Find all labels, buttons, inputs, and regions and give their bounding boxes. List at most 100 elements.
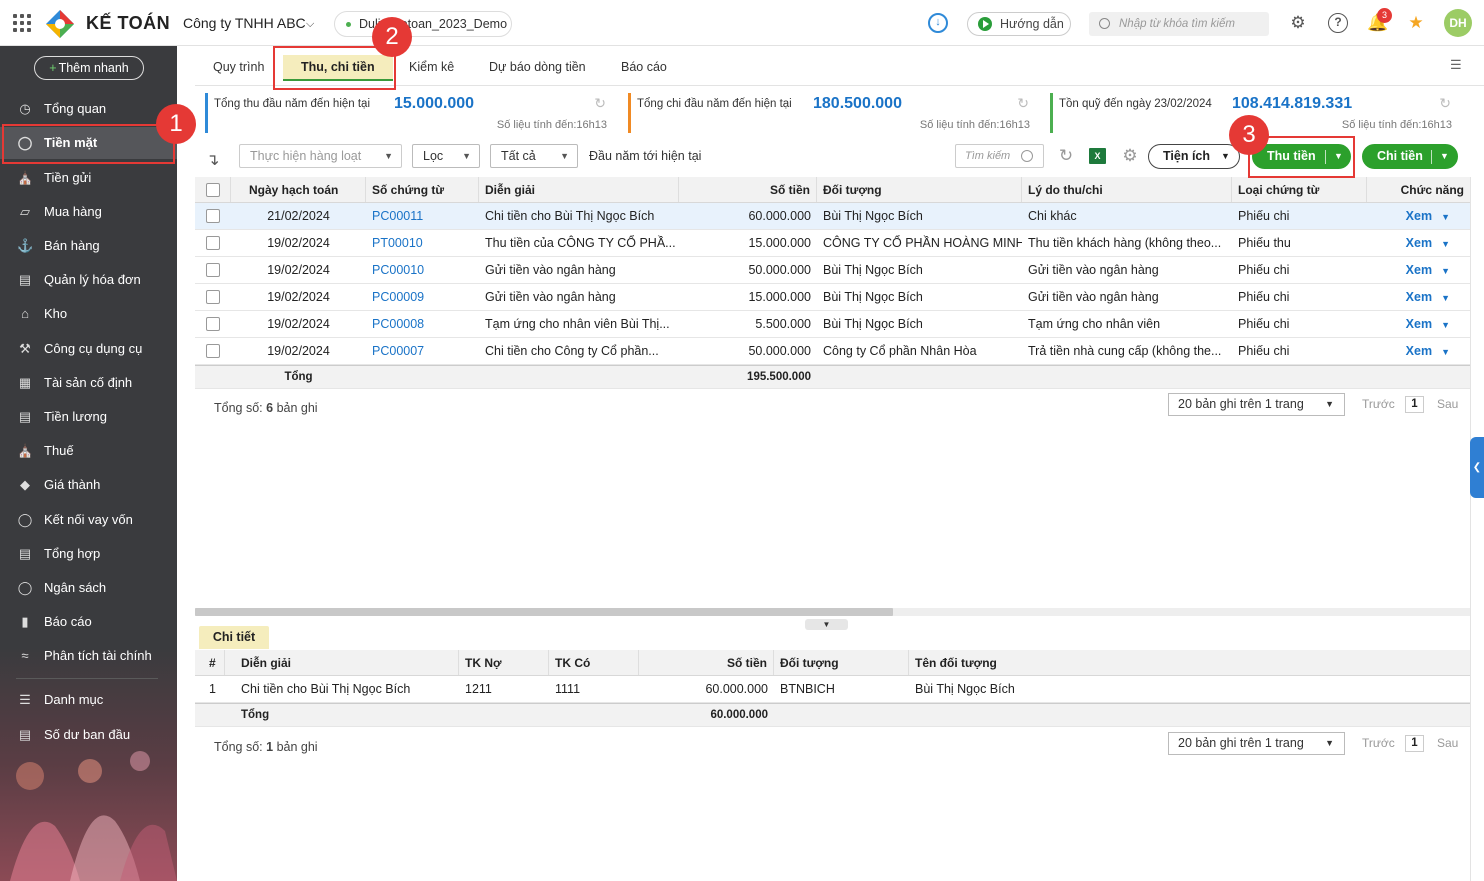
tab-detail[interactable]: Chi tiết [199,626,269,649]
caret-down-icon[interactable]: ▼ [1441,347,1450,357]
tab-du-bao-dong-tien[interactable]: Dự báo dòng tiền [489,60,586,74]
sidebar-item[interactable]: ⌂ Kho [0,298,177,330]
column-header[interactable]: # [195,650,225,675]
table-row[interactable]: 1 Chi tiền cho Bùi Thị Ngọc Bích 1211 11… [195,676,1470,703]
caret-down-icon[interactable]: ▼ [1441,293,1450,303]
cell-voucher-no[interactable]: PC00009 [366,284,479,310]
sidebar-item[interactable]: ⚓ Bán hàng [0,230,177,262]
caret-down-icon[interactable]: ▼ [1441,212,1450,222]
row-checkbox[interactable] [206,209,220,223]
column-header[interactable]: Tên đối tượng [909,650,1470,675]
view-link[interactable]: Xem [1406,344,1432,358]
quick-add-button[interactable]: + Thêm nhanh [34,56,144,80]
sidebar-item[interactable]: ▤ Quản lý hóa đơn [0,264,177,296]
page-size-select[interactable]: 20 bản ghi trên 1 trang ▼ [1168,393,1345,416]
lightbulb-icon[interactable]: ★ [1406,13,1426,33]
column-header[interactable]: Diễn giải [225,650,459,675]
sidebar-item[interactable]: ◷ Tổng quan [0,93,177,125]
guide-button[interactable]: Hướng dẫn [967,12,1071,36]
select-all-checkbox[interactable] [206,183,220,197]
grid-search-input[interactable]: Tìm kiếm [955,144,1044,168]
current-page[interactable]: 1 [1405,396,1424,413]
view-link[interactable]: Xem [1406,209,1432,223]
caret-down-icon[interactable]: ▼ [1441,320,1450,330]
cell-voucher-no[interactable]: PT00010 [366,230,479,256]
refresh-icon[interactable]: ↻ [1017,95,1029,112]
sort-icon[interactable]: ↴ [206,150,219,170]
next-page-button[interactable]: Sau [1437,397,1458,411]
column-header[interactable]: Chức năng [1367,177,1470,202]
column-header[interactable]: TK Nợ [459,650,549,675]
help-icon[interactable]: ? [1328,13,1348,33]
filter-dropdown[interactable]: Lọc ▼ [412,144,480,168]
sidebar-item[interactable]: ⛪ Tiền gửi [0,162,177,194]
column-header[interactable]: Lý do thu/chi [1022,177,1232,202]
global-search-input[interactable]: Nhập từ khóa tìm kiếm [1089,12,1269,36]
table-row[interactable]: 19/02/2024 PT00010 Thu tiền của CÔNG TY CỔ… [195,230,1470,257]
settings-gear-icon[interactable]: ⚙ [1288,13,1308,33]
column-header[interactable]: Số tiền [639,650,774,675]
sidebar-item[interactable]: ⛪ Thuế [0,435,177,467]
row-checkbox[interactable] [206,317,220,331]
tab-bao-cao[interactable]: Báo cáo [621,60,667,74]
collapse-panel-handle[interactable]: ❮ [1470,437,1484,498]
sidebar-item[interactable]: ▱ Mua hàng [0,196,177,228]
pay-money-button[interactable]: Chi tiền ▼ [1362,144,1458,169]
period-label[interactable]: Đầu năm tới hiện tại [589,149,701,163]
view-link[interactable]: Xem [1406,236,1432,250]
table-row[interactable]: 19/02/2024 PC00010 Gửi tiền vào ngân hàng 5… [195,257,1470,284]
table-row[interactable]: 19/02/2024 PC00009 Gửi tiền vào ngân hàng 1… [195,284,1470,311]
view-link[interactable]: Xem [1406,290,1432,304]
sidebar-item[interactable]: ◯ Ngân sách [0,572,177,604]
batch-action-dropdown[interactable]: Thực hiện hàng loạt ▼ [239,144,402,168]
row-checkbox[interactable] [206,236,220,250]
gear-icon[interactable]: ⚙ [1119,145,1141,167]
cell-voucher-no[interactable]: PC00008 [366,311,479,337]
column-header[interactable]: Số tiền [679,177,817,202]
next-page-button[interactable]: Sau [1437,736,1458,750]
chevron-down-icon[interactable]: ⌵ [306,18,314,31]
excel-export-icon[interactable]: X [1089,148,1106,164]
scope-dropdown[interactable]: Tất cả ▼ [490,144,578,168]
database-selector[interactable]: Dulieuketoan_2023_Demo [334,11,512,37]
view-link[interactable]: Xem [1406,263,1432,277]
sidebar-item[interactable]: ▮ Báo cáo [0,606,177,638]
panel-splitter[interactable]: ▼ [805,619,848,630]
sidebar-item[interactable]: ⚒ Công cụ dụng cụ [0,333,177,365]
tab-kiem-ke[interactable]: Kiểm kê [409,60,454,74]
table-row[interactable]: 19/02/2024 PC00008 Tạm ứng cho nhân viên B… [195,311,1470,338]
caret-down-icon[interactable]: ▼ [1441,239,1450,249]
layout-settings-icon[interactable]: ☰ [1450,57,1466,73]
sidebar-item[interactable]: ◆ Giá thành [0,469,177,501]
table-row[interactable]: 19/02/2024 PC00007 Chi tiền cho Công ty Cổ… [195,338,1470,365]
row-checkbox[interactable] [206,344,220,358]
sidebar-item[interactable]: ▤ Tổng hợp [0,538,177,570]
app-launcher-icon[interactable] [13,14,31,32]
cell-voucher-no[interactable]: PC00010 [366,257,479,283]
prev-page-button[interactable]: Trước [1362,736,1395,750]
cell-voucher-no[interactable]: PC00007 [366,338,479,364]
cell-voucher-no[interactable]: PC00011 [366,203,479,229]
sidebar-item[interactable]: ≈ Phân tích tài chính [0,640,177,672]
column-header[interactable]: Số chứng từ [366,177,479,202]
page-size-select[interactable]: 20 bản ghi trên 1 trang ▼ [1168,732,1345,755]
row-checkbox[interactable] [206,263,220,277]
table-row[interactable]: 21/02/2024 PC00011 Chi tiền cho Bùi Thị Ng… [195,203,1470,230]
refresh-icon[interactable]: ↻ [1439,95,1451,112]
column-header[interactable]: Đối tượng [817,177,1022,202]
column-header[interactable]: Diễn giải [479,177,679,202]
column-header[interactable]: Đối tượng [774,650,909,675]
view-link[interactable]: Xem [1406,317,1432,331]
download-icon[interactable]: ↓ [928,13,948,33]
horizontal-scrollbar-thumb[interactable] [195,608,893,616]
sidebar-item[interactable]: ▦ Tài sản cố định [0,367,177,399]
utilities-button[interactable]: Tiện ích ▼ [1148,144,1240,169]
sidebar-item[interactable]: ☰ Danh mục [0,684,177,716]
tab-quy-trinh[interactable]: Quy trình [213,60,264,74]
refresh-icon[interactable]: ↻ [594,95,606,112]
column-header[interactable]: Ngày hạch toán [231,177,366,202]
row-checkbox[interactable] [206,290,220,304]
sidebar-item[interactable]: ▤ Tiền lương [0,401,177,433]
current-page[interactable]: 1 [1405,735,1424,752]
column-header[interactable]: Loại chứng từ [1232,177,1367,202]
